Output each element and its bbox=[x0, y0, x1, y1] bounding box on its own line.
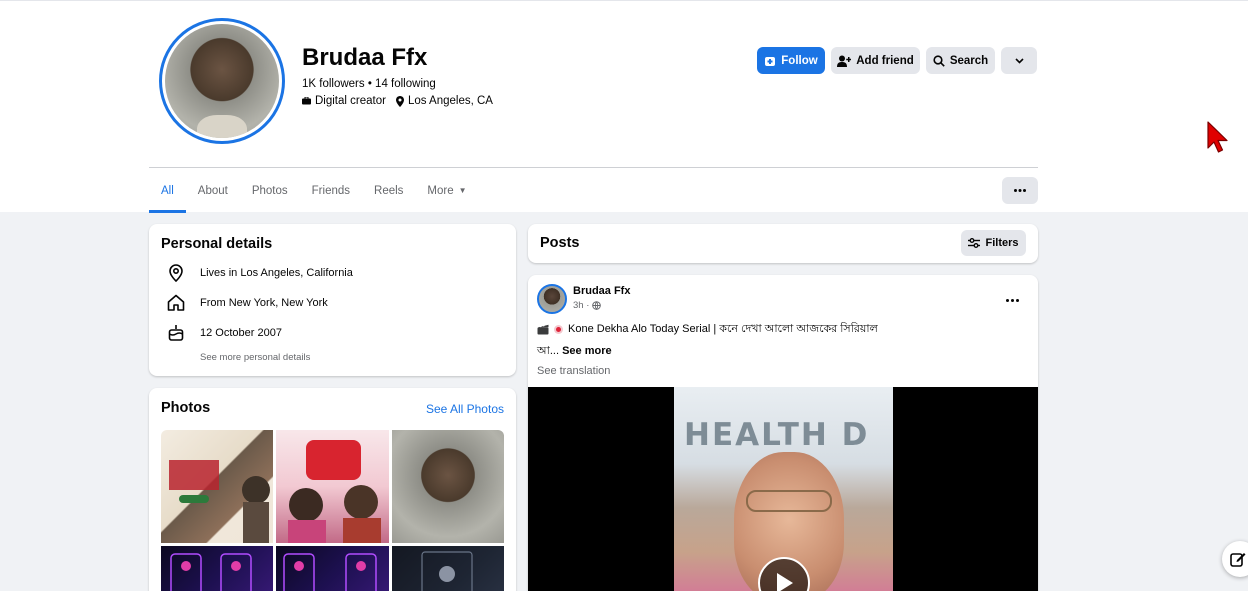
see-all-photos-link[interactable]: See All Photos bbox=[426, 402, 504, 416]
add-friend-button[interactable]: Add friend bbox=[831, 47, 920, 74]
chevron-down-icon bbox=[1014, 57, 1024, 64]
profile-photo bbox=[165, 24, 279, 138]
profile-avatar[interactable] bbox=[159, 18, 285, 144]
filters-button[interactable]: Filters bbox=[961, 230, 1026, 256]
tab-reels[interactable]: Reels bbox=[362, 168, 415, 213]
tabs-more-options-button[interactable] bbox=[1002, 177, 1038, 204]
tab-about-label: About bbox=[197, 184, 228, 197]
caret-down-icon: ▼ bbox=[458, 186, 467, 195]
serial-poster-graphic bbox=[169, 460, 270, 543]
post-timestamp[interactable]: 3h · bbox=[573, 300, 602, 311]
follow-label: Follow bbox=[781, 54, 818, 67]
app-screenshot-graphic bbox=[283, 553, 377, 591]
follow-icon bbox=[765, 56, 776, 66]
profile-options-dropdown[interactable] bbox=[1001, 47, 1037, 74]
more-horizontal-icon bbox=[1006, 299, 1019, 302]
photo-thumbnail[interactable] bbox=[276, 430, 389, 543]
post-text-line2: আ... See more bbox=[537, 342, 612, 361]
posts-title: Posts bbox=[540, 235, 580, 251]
post-time-label: 3h · bbox=[573, 300, 590, 311]
profile-header: Brudaa Ffx 1K followers • 14 following D… bbox=[0, 0, 1248, 213]
post-text-line1-content: Kone Dekha Alo Today Serial | কনে দেখা আ… bbox=[568, 323, 878, 335]
post-card: Brudaa Ffx 3h · Kone Dekha Alo Today Ser… bbox=[528, 275, 1038, 591]
play-icon bbox=[777, 573, 793, 591]
follow-button[interactable]: Follow bbox=[757, 47, 825, 74]
post-see-more-link[interactable]: See more bbox=[562, 345, 612, 357]
detail-lives-in-text: Lives in Los Angeles, California bbox=[200, 267, 353, 279]
compose-icon bbox=[1230, 553, 1246, 567]
add-friend-icon bbox=[837, 55, 852, 67]
video-person-glasses bbox=[746, 490, 832, 512]
post-text-line2-prefix: আ... bbox=[537, 345, 559, 357]
detail-from-text: From New York, New York bbox=[200, 296, 328, 309]
tab-all-label: All bbox=[161, 184, 174, 197]
location-label: Los Angeles, CA bbox=[407, 95, 493, 107]
see-translation-link[interactable]: See translation bbox=[537, 365, 610, 377]
search-icon bbox=[933, 54, 945, 67]
post-video[interactable]: HEALTH D bbox=[528, 387, 1038, 591]
detail-lives-in: Lives in Los Angeles, California bbox=[166, 264, 353, 282]
birthday-cake-icon bbox=[166, 324, 185, 341]
post-author-avatar[interactable] bbox=[537, 284, 567, 314]
tab-friends-label: Friends bbox=[311, 184, 351, 197]
briefcase-icon bbox=[302, 97, 311, 105]
home-icon bbox=[166, 294, 185, 311]
serial-poster-graphic bbox=[288, 440, 381, 543]
profile-tabs: All About Photos Friends Reels More ▼ bbox=[149, 168, 479, 213]
search-button[interactable]: Search bbox=[926, 47, 995, 74]
location-pin-icon bbox=[166, 264, 185, 282]
add-friend-label: Add friend bbox=[856, 54, 914, 67]
detail-birthday-text: 12 October 2007 bbox=[200, 326, 282, 339]
photos-card: Photos See All Photos bbox=[149, 388, 516, 591]
photo-thumbnail[interactable] bbox=[161, 546, 273, 591]
app-screenshot-graphic bbox=[421, 551, 473, 591]
tab-reels-label: Reels bbox=[374, 184, 404, 197]
photo-thumbnail[interactable] bbox=[392, 546, 504, 591]
tab-friends[interactable]: Friends bbox=[300, 168, 362, 213]
photo-thumbnail[interactable] bbox=[392, 430, 504, 543]
detail-from: From New York, New York bbox=[166, 294, 328, 311]
see-more-personal-details-link[interactable]: See more personal details bbox=[200, 352, 310, 363]
filters-icon bbox=[968, 238, 981, 248]
app-screenshot-graphic bbox=[170, 553, 252, 591]
mouse-cursor-icon bbox=[1207, 121, 1228, 153]
video-background-sign: HEALTH D bbox=[684, 417, 870, 453]
filters-label: Filters bbox=[985, 237, 1019, 249]
tab-about[interactable]: About bbox=[186, 168, 240, 213]
category-label: Digital creator bbox=[315, 95, 386, 107]
tab-photos-label: Photos bbox=[251, 184, 288, 197]
personal-details-title: Personal details bbox=[161, 236, 273, 252]
search-label: Search bbox=[949, 54, 989, 67]
detail-birthday: 12 October 2007 bbox=[166, 324, 282, 341]
photos-title: Photos bbox=[161, 400, 211, 416]
profile-meta: Digital creator Los Angeles, CA bbox=[302, 95, 493, 107]
clapperboard-icon bbox=[537, 324, 549, 335]
post-options-button[interactable] bbox=[1006, 289, 1019, 305]
tab-more-label: More bbox=[427, 184, 454, 197]
location-pin-icon bbox=[395, 95, 404, 107]
tab-more[interactable]: More ▼ bbox=[415, 168, 478, 213]
tab-all[interactable]: All bbox=[149, 168, 186, 213]
compose-message-button[interactable] bbox=[1222, 541, 1248, 577]
red-dot-icon bbox=[554, 325, 563, 334]
tab-photos[interactable]: Photos bbox=[240, 168, 300, 213]
photo-thumbnail[interactable] bbox=[276, 546, 389, 591]
photo-thumbnail[interactable] bbox=[161, 430, 273, 543]
more-horizontal-icon bbox=[1014, 189, 1026, 192]
followers-count[interactable]: 1K followers • 14 following bbox=[302, 78, 436, 90]
profile-name: Brudaa Ffx bbox=[302, 44, 428, 71]
globe-icon bbox=[592, 301, 602, 310]
location-badge: Los Angeles, CA bbox=[395, 95, 493, 107]
personal-details-card: Personal details Lives in Los Angeles, C… bbox=[149, 224, 516, 376]
post-author-name[interactable]: Brudaa Ffx bbox=[573, 285, 630, 297]
post-text-line1: Kone Dekha Alo Today Serial | কনে দেখা আ… bbox=[537, 320, 878, 339]
category-badge: Digital creator bbox=[302, 95, 386, 107]
posts-header-card: Posts Filters bbox=[528, 224, 1038, 263]
